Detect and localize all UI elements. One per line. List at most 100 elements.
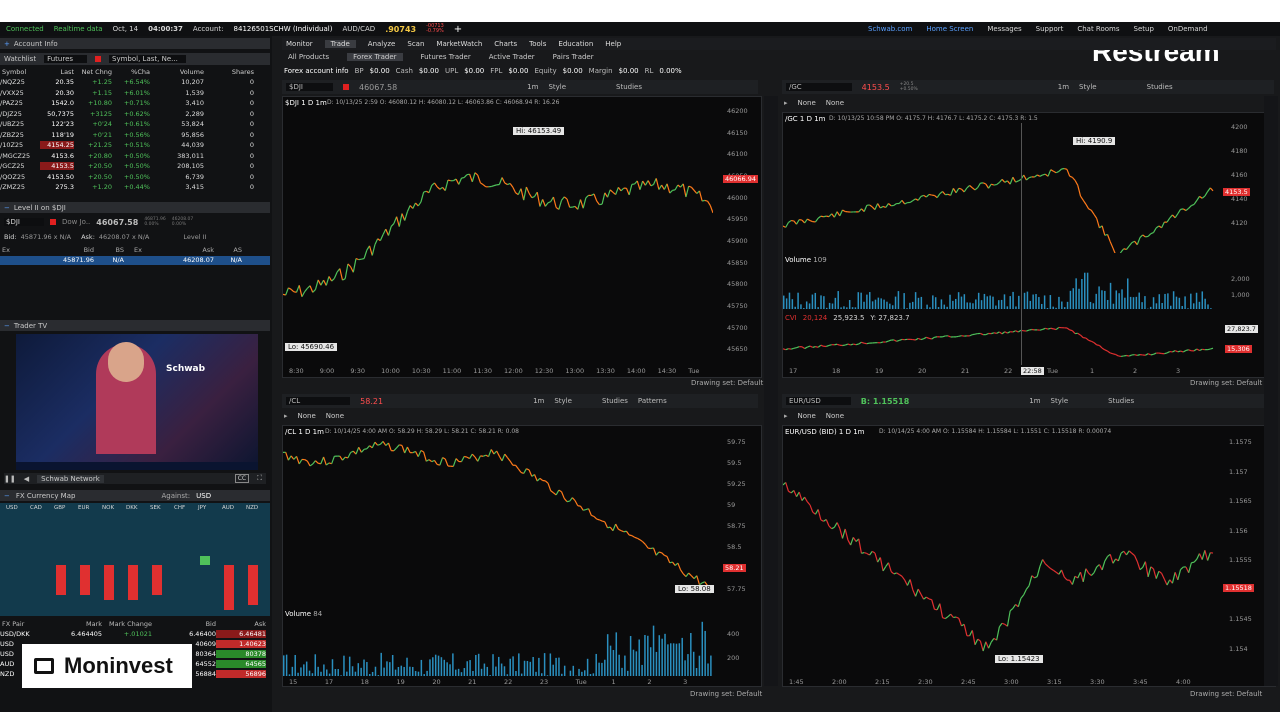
tab-tools[interactable]: Tools [529, 40, 546, 48]
gc-link-none-2[interactable]: None [826, 99, 844, 107]
subtab-active-trader[interactable]: Active Trader [489, 53, 535, 61]
tab-education[interactable]: Education [558, 40, 593, 48]
subtab-pairs-trader[interactable]: Pairs Trader [553, 53, 594, 61]
link-support[interactable]: Support [1036, 25, 1064, 33]
table-row[interactable]: /GCZ25 4153.5 +20.50 +0.50% 208,105 0 [0, 162, 266, 170]
fullscreen-icon[interactable]: ⛶ [257, 474, 262, 483]
level2-header[interactable]: − Level II on $DJI [0, 202, 270, 213]
tab-analyze[interactable]: Analyze [368, 40, 396, 48]
cl-chart[interactable]: /CL 1 D 1m D: 10/14/25 4:00 AM O: 58.29 … [282, 425, 762, 687]
gc-studies-button[interactable]: Studies [1147, 83, 1173, 91]
col-last[interactable]: Last [40, 68, 74, 77]
dji-chart[interactable]: $DJI 1 D 1m D: 10/13/25 2:59 O: 46080.12… [282, 96, 763, 387]
cl-style-button[interactable]: Style [554, 397, 572, 405]
trader-tv-header[interactable]: − Trader TV [0, 320, 270, 331]
closed-caption-button[interactable]: CC [234, 474, 250, 483]
eur-timeframe[interactable]: 1m [1029, 397, 1040, 405]
watchlist-select[interactable]: Futures [44, 55, 88, 63]
table-row[interactable]: /UBZ25 122'23 +0'24 +0.61% 53,824 0 [0, 120, 266, 128]
link-schwab[interactable]: Schwab.com [868, 25, 912, 33]
cl-timeframe[interactable]: 1m [533, 397, 544, 405]
cl-link-none-2[interactable]: None [326, 412, 344, 420]
eur-studies-button[interactable]: Studies [1108, 397, 1134, 405]
subtab-forex-trader[interactable]: Forex Trader [347, 53, 403, 61]
link-color-icon[interactable] [49, 219, 56, 225]
link-chat-rooms[interactable]: Chat Rooms [1077, 25, 1119, 33]
symbol-search-input[interactable]: Symbol, Last, Ne... [109, 55, 186, 63]
gc-symbol-input[interactable]: /GC [786, 83, 852, 91]
col-shares[interactable]: Shares [204, 68, 254, 77]
price-segment [596, 200, 600, 206]
gc-timeframe[interactable]: 1m [1058, 83, 1069, 91]
table-row[interactable]: /PAZ25 1542.0 +10.80 +0.71% 3,410 0 [0, 99, 266, 107]
table-row[interactable]: /MGCZ25 4153.6 +20.80 +0.50% 383,011 0 [0, 152, 266, 160]
dji-symbol-input[interactable]: $DJI [286, 83, 333, 91]
currency-bar[interactable] [224, 565, 234, 610]
cl-patterns-button[interactable]: Patterns [638, 397, 667, 405]
table-row[interactable]: USD/DKK 6.464405 +.01021 6.46400 6.46481 [0, 630, 270, 638]
collapse-icon[interactable]: − [4, 492, 10, 500]
link-color-icon[interactable] [342, 84, 349, 90]
currency-bar[interactable] [200, 556, 210, 565]
dji-drawing-set[interactable]: Drawing set: Default [691, 379, 763, 387]
table-row[interactable]: /ZBZ25 118'19 +0'21 +0.56% 95,856 0 [0, 131, 266, 139]
currency-bar[interactable] [152, 565, 162, 595]
against-select[interactable]: USD [196, 492, 211, 500]
tab-monitor[interactable]: Monitor [286, 40, 313, 48]
account-info-header[interactable]: + Account Info [0, 38, 270, 49]
channel-select[interactable]: Schwab Network [37, 474, 104, 483]
subtab-futures-trader[interactable]: Futures Trader [421, 53, 471, 61]
col-symbol[interactable]: Symbol [0, 68, 40, 77]
eur-link-none[interactable]: None [798, 412, 816, 420]
link-messages[interactable]: Messages [987, 25, 1021, 33]
cl-studies-button[interactable]: Studies [602, 397, 628, 405]
dji-studies-button[interactable]: Studies [616, 83, 642, 91]
level2-symbol-input[interactable]: $DJI [4, 218, 44, 226]
col-net-change[interactable]: Net Chng [74, 68, 112, 77]
eur-symbol-input[interactable]: EUR/USD [786, 397, 851, 405]
currency-bar[interactable] [104, 565, 114, 600]
table-row[interactable]: /NQZ25 20.35 +1.25 +6.54% 10,207 0 [0, 78, 266, 86]
ticker-pair[interactable]: AUD/CAD [342, 25, 375, 33]
link-ondemand[interactable]: OnDemand [1168, 25, 1208, 33]
gc-drawing-set[interactable]: Drawing set: Default [1190, 379, 1262, 387]
gc-link-none[interactable]: None [798, 99, 816, 107]
eur-link-none-2[interactable]: None [826, 412, 844, 420]
col-volume[interactable]: Volume [150, 68, 204, 77]
eur-chart[interactable]: EUR/USD (BID) 1 D 1m D: 10/14/25 4:00 AM… [782, 425, 1276, 687]
cl-symbol-input[interactable]: /CL [286, 397, 351, 405]
gc-style-button[interactable]: Style [1079, 83, 1097, 91]
cl-link-none[interactable]: None [298, 412, 316, 420]
level2-row[interactable]: 45871.96 N/A 46208.07 N/A [0, 256, 270, 265]
tab-charts[interactable]: Charts [494, 40, 517, 48]
video-player[interactable]: Schwab [16, 334, 258, 470]
dji-style-button[interactable]: Style [548, 83, 566, 91]
table-row[interactable]: /VXX25 20.30 +1.15 +6.01% 1,539 0 [0, 89, 266, 97]
add-ticker-button[interactable]: + [454, 24, 462, 35]
volume-icon[interactable]: ◀ [24, 475, 29, 483]
pause-icon[interactable]: ❚❚ [4, 475, 16, 483]
currency-bar[interactable] [80, 565, 90, 595]
tab-marketwatch[interactable]: MarketWatch [436, 40, 482, 48]
table-row[interactable]: /10Z25 4154.25 +21.25 +0.51% 44,039 0 [0, 141, 266, 149]
subtab-all-products[interactable]: All Products [288, 53, 329, 61]
table-row[interactable]: /DJZ25 50,7375 +3125 +0.62% 2,289 0 [0, 110, 266, 118]
link-setup[interactable]: Setup [1134, 25, 1154, 33]
table-row[interactable]: /QOZ25 4153.50 +20.50 +0.50% 6,739 0 [0, 173, 266, 181]
table-row[interactable]: /ZMZ25 275.3 +1.20 +0.44% 3,415 0 [0, 183, 266, 191]
tab-scan[interactable]: Scan [407, 40, 424, 48]
cl-drawing-set[interactable]: Drawing set: Default [690, 690, 762, 698]
link-color-icon[interactable] [95, 56, 102, 62]
dji-timeframe[interactable]: 1m [527, 83, 538, 91]
link-home-screen[interactable]: Home Screen [926, 25, 973, 33]
col-pct-change[interactable]: %Cha [112, 68, 150, 77]
tab-trade[interactable]: Trade [324, 40, 356, 48]
gc-chart[interactable]: /GC 1 D 1m D: 10/13/25 10:58 PM O: 4175.… [782, 112, 1276, 378]
tab-help[interactable]: Help [605, 40, 621, 48]
currency-bar[interactable] [248, 565, 258, 605]
eur-drawing-set[interactable]: Drawing set: Default [1190, 690, 1262, 698]
account-select[interactable]: 84126501SCHW (Individual) [234, 25, 333, 33]
eur-style-button[interactable]: Style [1051, 397, 1069, 405]
currency-bar[interactable] [128, 565, 138, 600]
currency-bar[interactable] [56, 565, 66, 595]
